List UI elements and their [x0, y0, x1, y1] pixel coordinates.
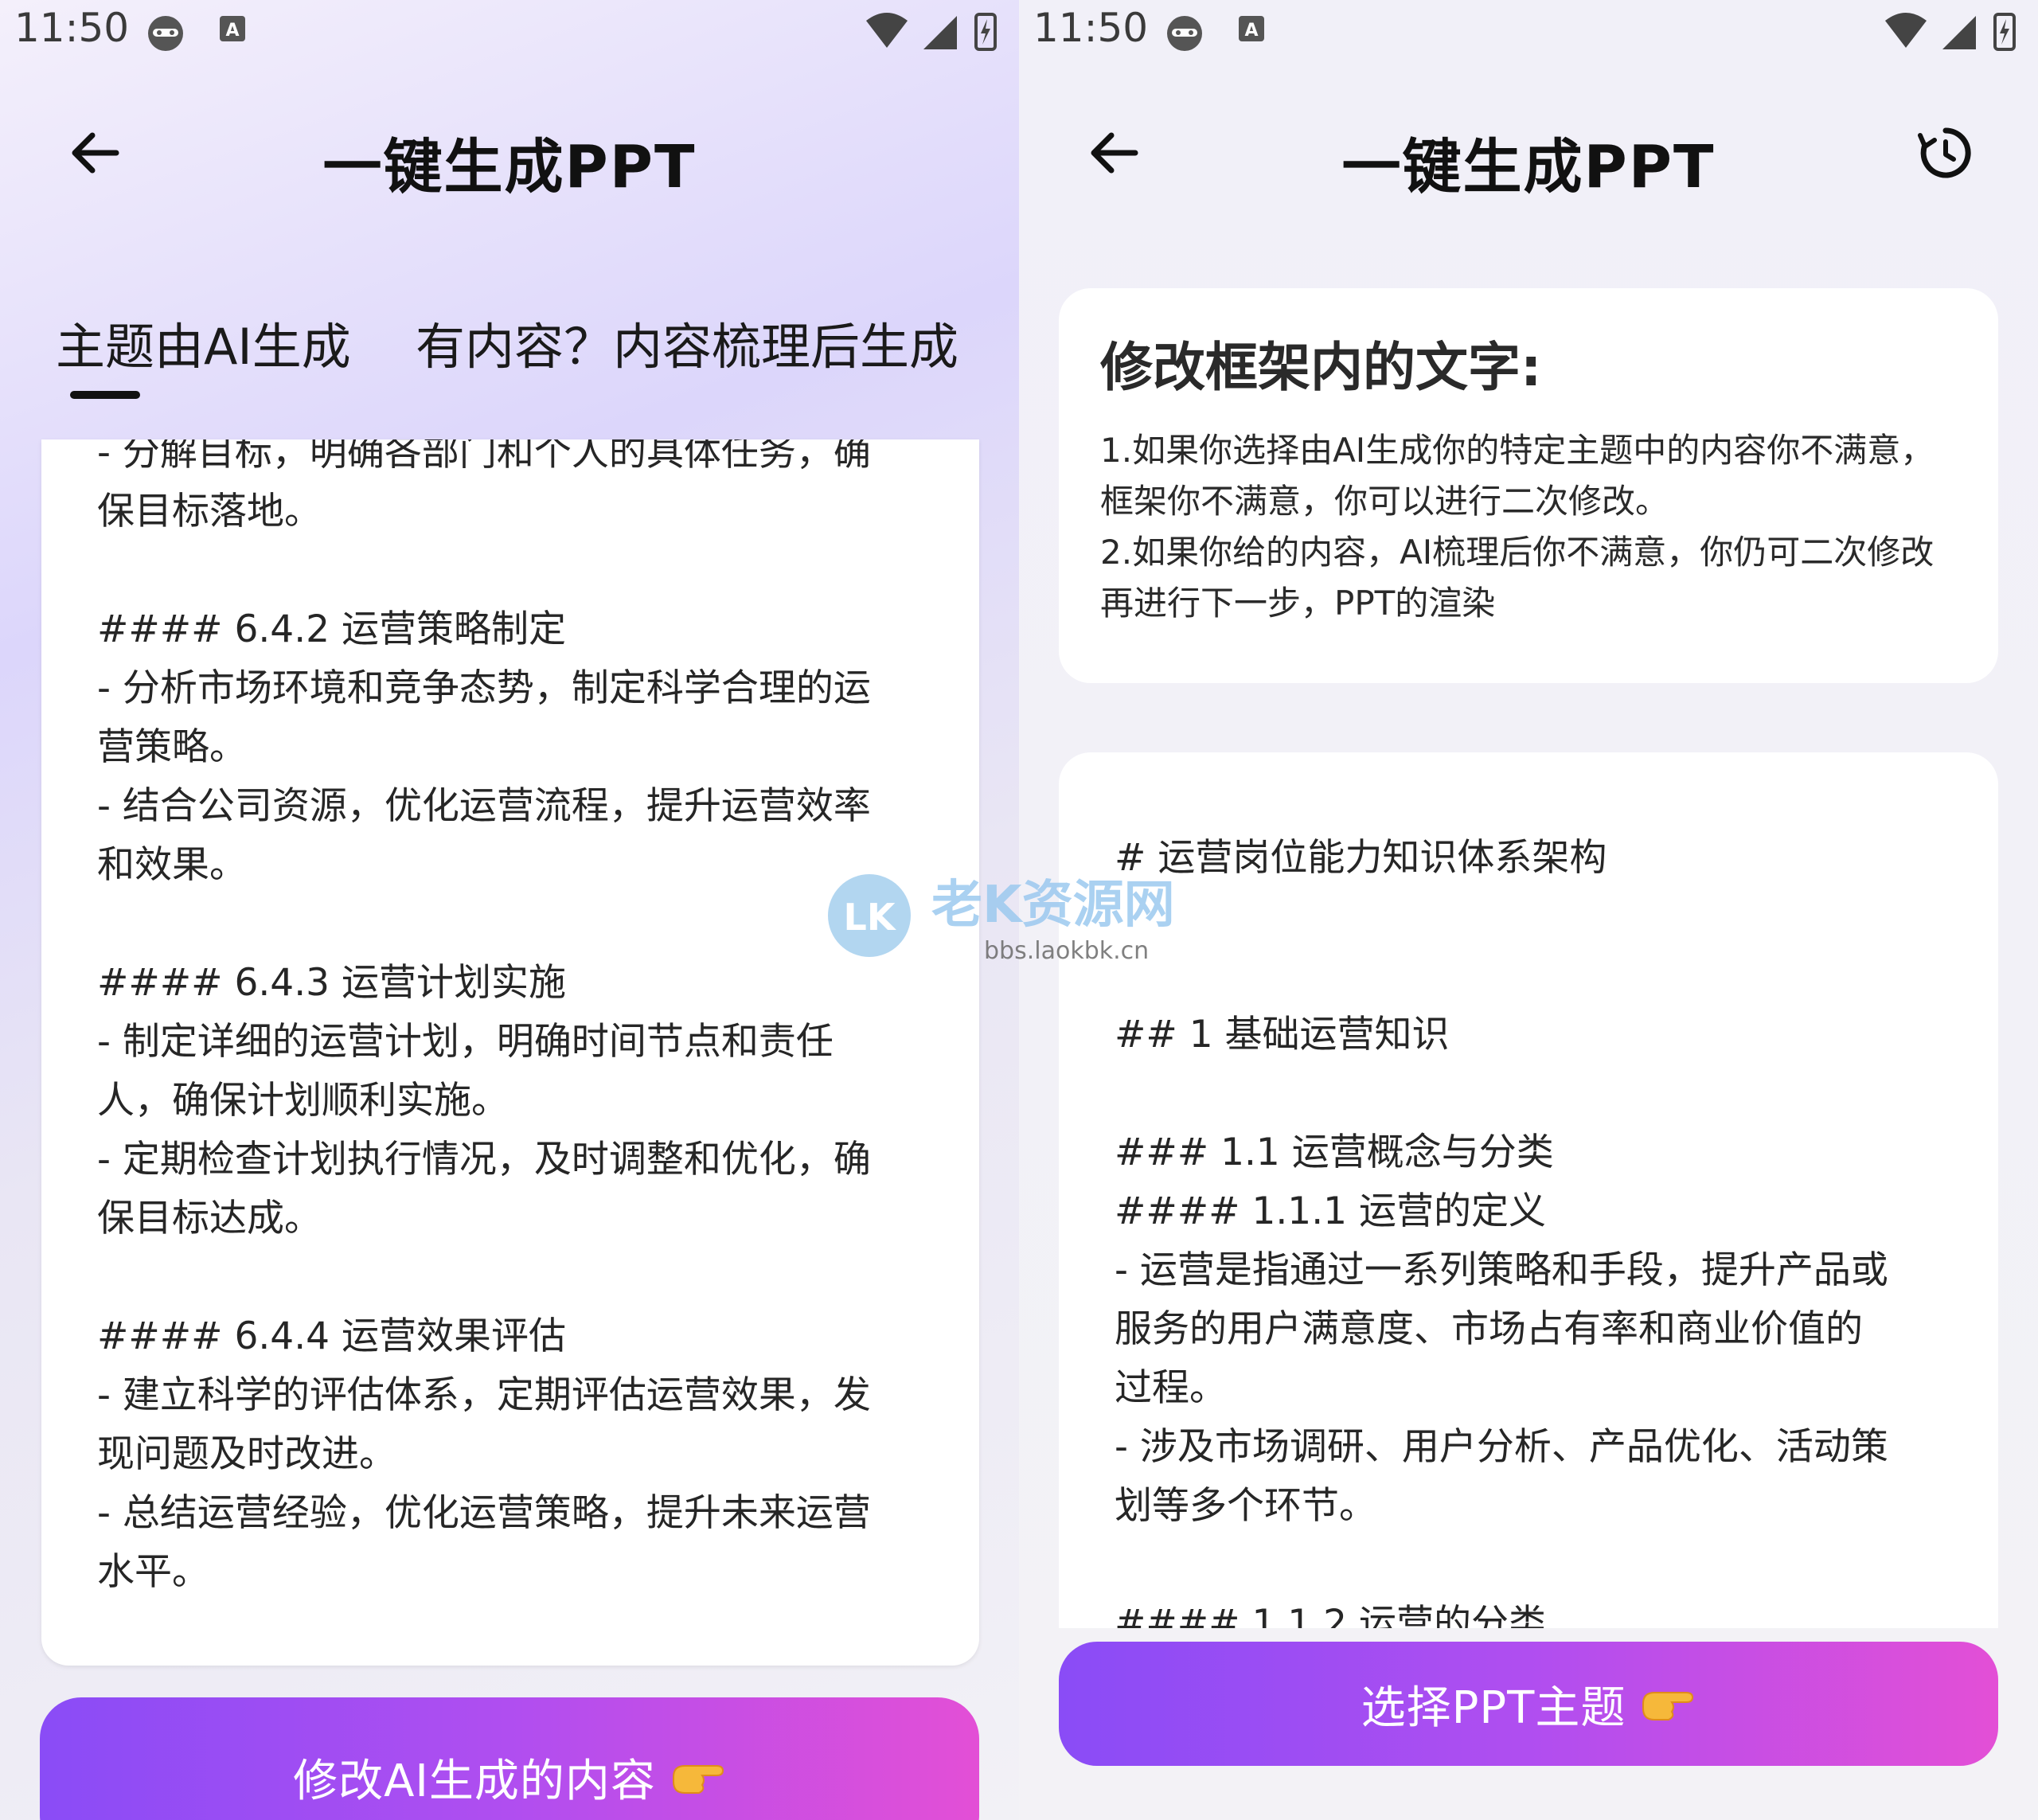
- choose-ppt-theme-button[interactable]: 选择PPT主题: [1059, 1642, 1998, 1766]
- instruction-line: 1.如果你选择由AI生成你的特定主题中的内容你不满意，: [1100, 431, 1935, 470]
- content-line: - 制定详细的运营计划，明确时间节点和责任: [97, 1020, 834, 1064]
- tab-ai-topic[interactable]: 主题由AI生成: [56, 307, 351, 378]
- status-time: 11:50: [1033, 5, 1149, 51]
- pointing-hand-icon: [672, 1765, 724, 1794]
- watermark-url: bbs.laokbk.cn: [984, 937, 1149, 965]
- content-line: 服务的用户满意度、市场占有率和商业价值的: [1115, 1307, 1863, 1351]
- content-line: - 分析市场环境和竞争态势，制定科学合理的运: [97, 666, 871, 710]
- generated-content-card[interactable]: - 分解目标，明确各部门和个人的具体任务，确保目标落地。 #### 6.4.2 运…: [41, 439, 979, 1666]
- content-line: #### 1.1.2 运营的分类: [1115, 1602, 1546, 1628]
- choose-theme-label: 选择PPT主题: [1361, 1681, 1626, 1734]
- wifi-icon: [1885, 13, 1927, 48]
- instruction-line: 再进行下一步，PPT的渲染: [1100, 584, 1496, 623]
- content-line: - 定期检查计划执行情况，及时调整和优化，确: [97, 1138, 871, 1181]
- instruction-lines: 1.如果你选择由AI生成你的特定主题中的内容你不满意， 框架你不满意，你可以进行二…: [1100, 425, 1966, 629]
- content-line: - 分解目标，明确各部门和个人的具体任务，确: [97, 439, 871, 475]
- content-line: #### 6.4.3 运营计划实施: [97, 961, 566, 1005]
- content-line: 人，确保计划顺利实施。: [97, 1079, 509, 1123]
- content-line: ### 1.1 运营概念与分类: [1115, 1131, 1554, 1174]
- content-line: # 运营岗位能力知识体系架构: [1115, 836, 1607, 880]
- content-line: 过程。: [1115, 1366, 1227, 1410]
- assistant-icon: [148, 16, 183, 51]
- status-icons: [1885, 13, 2016, 51]
- status-bar: 11:50 A: [1019, 0, 2038, 64]
- edit-ai-content-button[interactable]: 修改AI生成的内容: [40, 1697, 979, 1820]
- content-line: - 涉及市场调研、用户分析、产品优化、活动策: [1115, 1425, 1888, 1469]
- watermark-logo: LK 老K资源网 bbs.laokbk.cn: [828, 874, 1175, 965]
- content-line: - 总结运营经验，优化运营策略，提升未来运营: [97, 1491, 871, 1535]
- content-line: 保目标落地。: [97, 490, 322, 533]
- svg-text:A: A: [1244, 21, 1258, 41]
- signal-icon: [1942, 16, 1976, 49]
- page-title: 一键生成PPT: [322, 133, 697, 201]
- wifi-icon: [866, 13, 908, 48]
- status-bar: 11:50 A: [0, 0, 1019, 64]
- watermark-logo-text: LK: [844, 896, 897, 939]
- app-header: 一键生成PPT: [0, 88, 1019, 223]
- status-time: 11:50: [14, 5, 130, 51]
- outline-lines: # 运营岗位能力知识体系架构 ## 1 基础运营知识 ### 1.1 运营概念与分类…: [1115, 770, 1950, 1628]
- signal-icon: [923, 16, 957, 49]
- content-line: 划等多个环节。: [1115, 1484, 1376, 1528]
- assistant-icon: [1167, 16, 1202, 51]
- page-title: 一键生成PPT: [1341, 133, 1716, 201]
- content-line: #### 1.1.1 运营的定义: [1115, 1189, 1546, 1233]
- instruction-line: 2.如果你给的内容，AI梳理后你不满意，你仍可二次修改: [1100, 533, 1935, 572]
- tab-bar: 主题由AI生成 有内容？内容梳理后生成: [56, 307, 1019, 410]
- instruction-line: 框架你不满意，你可以进行二次修改。: [1100, 482, 1669, 521]
- content-lines: - 分解目标，明确各部门和个人的具体任务，确保目标落地。 #### 6.4.2 运…: [97, 439, 931, 1602]
- tab-content-organize[interactable]: 有内容？内容梳理后生成: [416, 307, 958, 378]
- keyboard-a-icon: A: [220, 16, 245, 41]
- history-clock-icon[interactable]: [1917, 124, 1974, 182]
- instruction-card: 修改框架内的文字: 1.如果你选择由AI生成你的特定主题中的内容你不满意， 框架你…: [1059, 288, 1998, 683]
- keyboard-a-icon: A: [1239, 16, 1264, 41]
- content-line: 和效果。: [97, 843, 247, 887]
- svg-text:A: A: [225, 21, 239, 41]
- content-line: #### 6.4.4 运营效果评估: [97, 1314, 566, 1358]
- pointing-hand-icon: [1642, 1692, 1694, 1720]
- edit-button-label: 修改AI生成的内容: [293, 1755, 656, 1807]
- content-line: 现问题及时改进。: [97, 1432, 396, 1476]
- content-line: - 建立科学的评估体系，定期评估运营效果，发: [97, 1373, 871, 1417]
- content-line: 保目标达成。: [97, 1197, 322, 1240]
- content-line: - 结合公司资源，优化运营流程，提升运营效率: [97, 784, 871, 828]
- content-line: - 运营是指通过一系列策略和手段，提升产品或: [1115, 1248, 1888, 1292]
- content-line: #### 6.4.2 运营策略制定: [97, 607, 566, 651]
- status-icons: [866, 13, 997, 51]
- content-line: ## 1 基础运营知识: [1115, 1013, 1450, 1056]
- instruction-title: 修改框架内的文字:: [1100, 337, 1542, 398]
- watermark-name: 老K资源网: [931, 876, 1175, 935]
- content-line: 水平。: [97, 1550, 209, 1594]
- content-line: 营策略。: [97, 725, 247, 769]
- app-header: 一键生成PPT: [1019, 88, 2038, 223]
- active-tab-indicator: [70, 391, 140, 399]
